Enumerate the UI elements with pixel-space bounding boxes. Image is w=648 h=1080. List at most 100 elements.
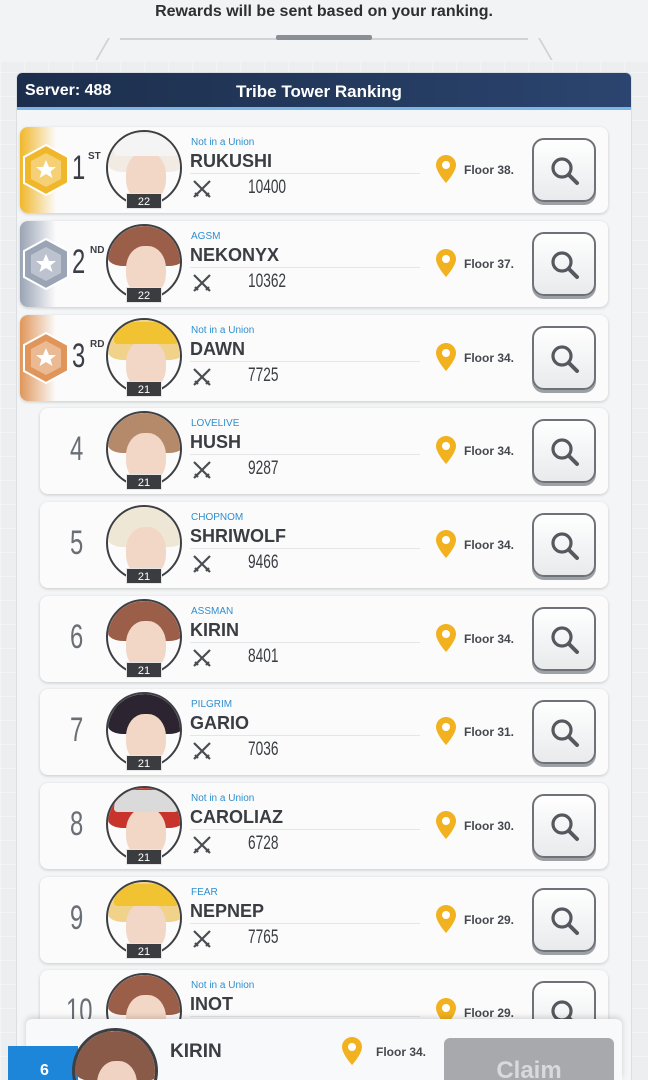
avatar-hat xyxy=(114,884,178,906)
player-name: RUKUSHI xyxy=(190,151,273,171)
union-name: FEAR xyxy=(191,887,218,898)
ranking-header: Server: 488 Tribe Tower Ranking xyxy=(17,73,631,110)
name-divider xyxy=(190,267,420,268)
player-name: KIRIN xyxy=(190,620,239,640)
combat-power: 9466 xyxy=(248,552,279,573)
combat-power: 7765 xyxy=(248,927,279,948)
magnifier-icon xyxy=(551,345,579,373)
rank-suffix: ST xyxy=(88,151,101,162)
combat-power: 10400 xyxy=(248,177,287,198)
medal-icon xyxy=(23,332,69,384)
player-name: DAWN xyxy=(190,339,245,359)
rank-number: 3 xyxy=(72,337,86,375)
reward-notice: Rewards will be sent based on your ranki… xyxy=(155,3,493,20)
floor-label: Floor 29. xyxy=(464,1006,515,1020)
player-name: INOT xyxy=(190,994,233,1014)
search-button[interactable] xyxy=(532,232,596,296)
map-pin-icon xyxy=(436,905,456,933)
search-button[interactable] xyxy=(532,326,596,390)
crossed-swords-icon xyxy=(193,368,211,386)
crossed-swords-icon xyxy=(193,274,211,292)
union-name: AGSM xyxy=(191,231,221,242)
level-badge: 22 xyxy=(126,193,162,209)
level-badge: 22 xyxy=(126,287,162,303)
player-name: GARIO xyxy=(190,713,250,733)
medal-icon xyxy=(23,238,69,290)
ranking-row: 6 21 ASSMAN KIRIN 8401 Floor 34. xyxy=(40,596,608,682)
map-pin-icon xyxy=(436,436,456,464)
ranking-row: 5 21 CHOPNOM SHRIWOLF 9466 Floor 34. xyxy=(40,502,608,588)
name-divider xyxy=(190,548,420,549)
crossed-swords-icon xyxy=(193,180,211,198)
union-name: LOVELIVE xyxy=(191,418,240,429)
magnifier-icon xyxy=(551,813,579,841)
magnifier-icon xyxy=(551,251,579,279)
ranking-row: 4 21 LOVELIVE HUSH 9287 Floor 34. xyxy=(40,408,608,494)
crossed-swords-icon xyxy=(193,461,211,479)
combat-power: 7725 xyxy=(248,365,279,386)
rank-number: 7 xyxy=(70,711,84,749)
magnifier-icon xyxy=(551,438,579,466)
ranking-row: 7 21 PILGRIM GARIO 7036 Floor 31. xyxy=(40,689,608,775)
search-button[interactable] xyxy=(532,888,596,952)
level-badge: 21 xyxy=(126,849,162,865)
map-pin-icon xyxy=(436,249,456,277)
union-name: Not in a Union xyxy=(191,137,255,148)
level-badge: 21 xyxy=(126,568,162,584)
map-pin-icon xyxy=(436,717,456,745)
map-pin-icon xyxy=(342,1037,362,1065)
my-rank-badge: 6 xyxy=(8,1046,78,1080)
tab-frame xyxy=(120,38,528,60)
player-name: NEKONYX xyxy=(190,245,280,265)
rank-suffix: ND xyxy=(90,245,105,256)
map-pin-icon xyxy=(436,155,456,183)
player-name: HUSH xyxy=(190,432,242,452)
player-name: CAROLIAZ xyxy=(190,807,283,827)
rank-number: 5 xyxy=(70,524,84,562)
search-button[interactable] xyxy=(532,607,596,671)
name-divider xyxy=(190,829,420,830)
avatar-hat xyxy=(114,790,178,812)
top-banner: Rewards will be sent based on your ranki… xyxy=(0,0,648,62)
level-badge: 21 xyxy=(126,755,162,771)
rank-number: 8 xyxy=(70,805,84,843)
crossed-swords-icon xyxy=(193,836,211,854)
search-button[interactable] xyxy=(532,700,596,764)
rank-number: 1 xyxy=(72,149,86,187)
name-divider xyxy=(190,173,420,174)
crossed-swords-icon xyxy=(193,649,211,667)
server-label: Server: 488 xyxy=(25,82,112,99)
level-badge: 21 xyxy=(126,381,162,397)
level-badge: 21 xyxy=(126,474,162,490)
search-button[interactable] xyxy=(532,794,596,858)
ranking-row: 2 ND 22 AGSM NEKONYX 10362 Floor 37. xyxy=(20,221,608,307)
floor-label: Floor 37. xyxy=(464,257,515,271)
union-name: Not in a Union xyxy=(191,325,255,336)
rank-number: 4 xyxy=(70,430,84,468)
floor-label: Floor 34. xyxy=(464,632,515,646)
name-divider xyxy=(190,735,420,736)
name-divider xyxy=(190,1016,420,1017)
player-name: NEPNEP xyxy=(190,901,265,921)
magnifier-icon xyxy=(551,157,579,185)
union-name: Not in a Union xyxy=(191,793,255,804)
ranking-row: 1 ST 22 Not in a Union RUKUSHI 10400 Floor 38. xyxy=(20,127,608,213)
map-pin-icon xyxy=(436,530,456,558)
map-pin-icon xyxy=(436,811,456,839)
union-name: CHOPNOM xyxy=(191,512,244,523)
name-divider xyxy=(190,642,420,643)
floor-label: Floor 30. xyxy=(464,819,515,833)
combat-power: 10362 xyxy=(248,271,287,292)
ranking-row: 9 21 FEAR NEPNEP 7765 Floor 29. xyxy=(40,877,608,963)
search-button[interactable] xyxy=(532,513,596,577)
magnifier-icon xyxy=(551,907,579,935)
search-button[interactable] xyxy=(532,138,596,202)
ranking-row: 3 RD 21 Not in a Union DAWN 7725 Floor 34. xyxy=(20,315,608,401)
claim-button[interactable]: Claim xyxy=(444,1038,614,1080)
crossed-swords-icon xyxy=(193,742,211,760)
union-name: ASSMAN xyxy=(191,606,234,617)
floor-label: Floor 34. xyxy=(464,538,515,552)
search-button[interactable] xyxy=(532,419,596,483)
combat-power: 9287 xyxy=(248,458,279,479)
avatar-hat xyxy=(114,322,178,344)
